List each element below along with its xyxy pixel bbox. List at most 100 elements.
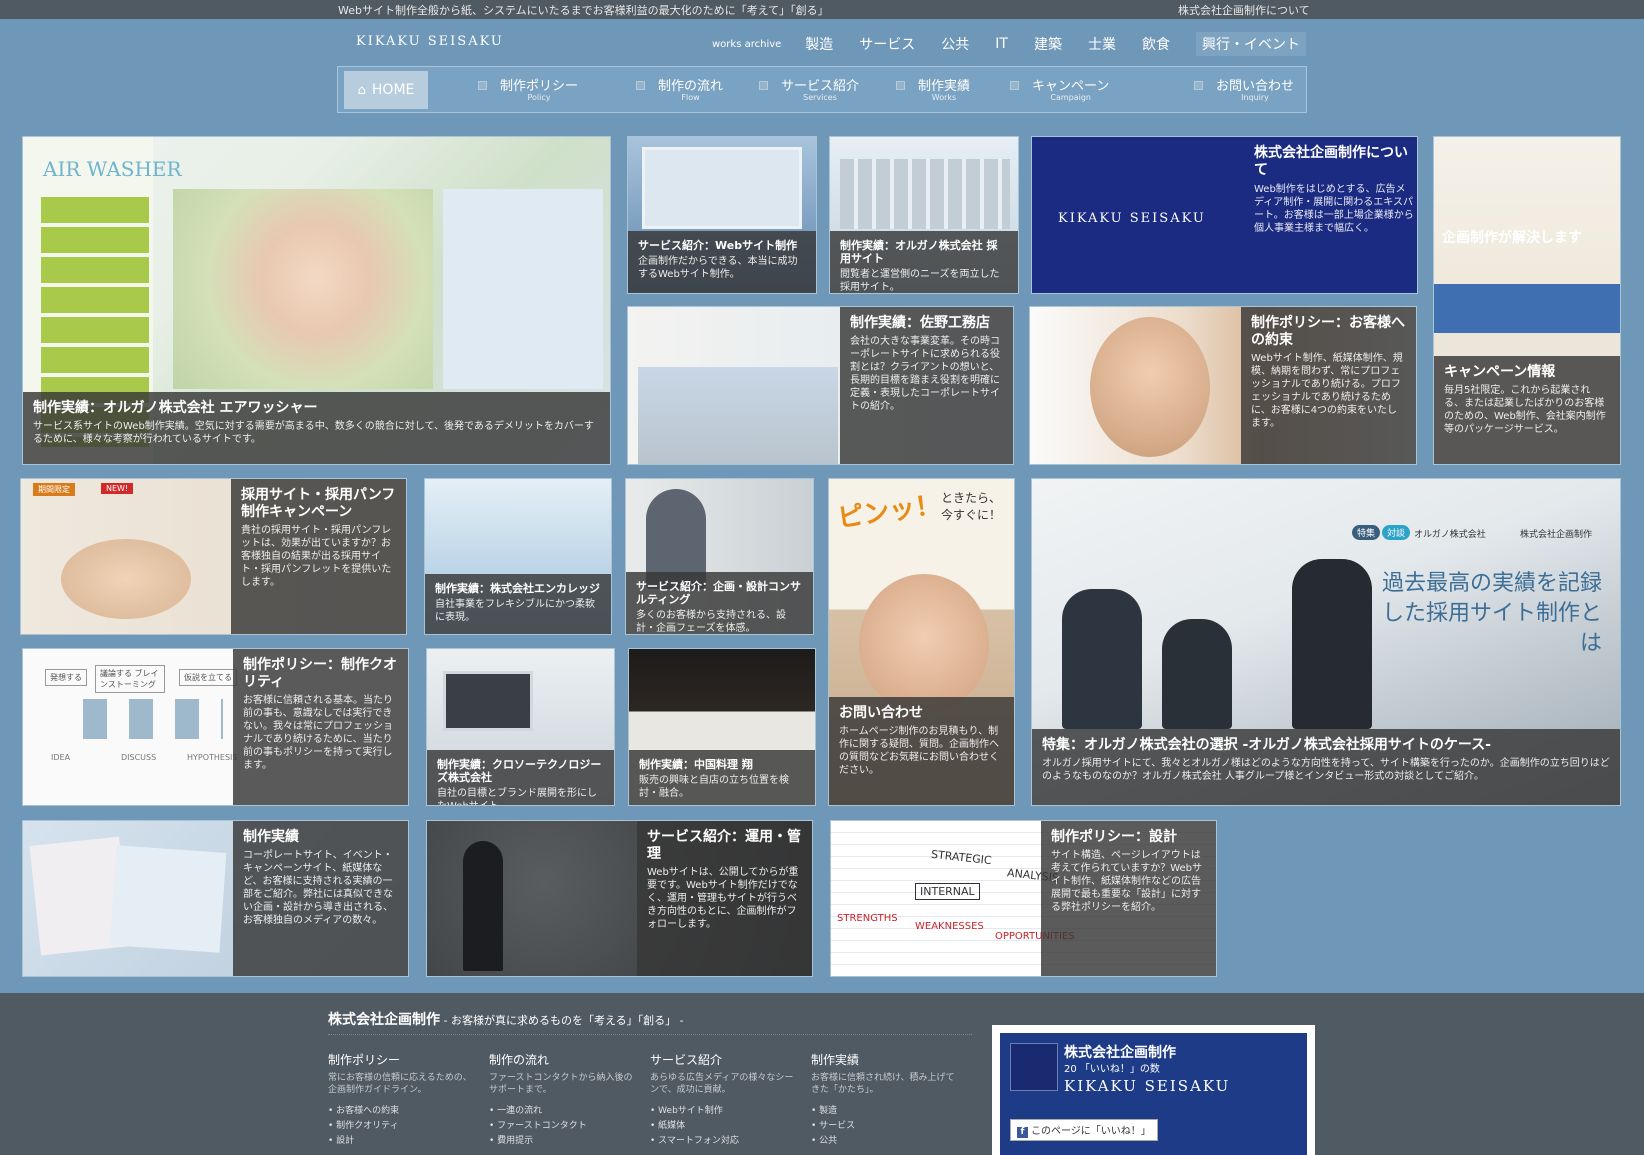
image-person-1	[1062, 589, 1142, 729]
category-works-archive[interactable]: works archive	[712, 39, 781, 50]
footer-column-policy: 制作ポリシー 常にお客様の信頼に応えるための、企画制作ガイドライン。 • お客様…	[328, 1051, 478, 1149]
tile-text: Webサイトは、公開してからが重要です。Webサイト制作だけでなく、運用・管理も…	[647, 867, 799, 930]
tile-text: 自社事業をフレキシブルにかつ柔軟に表現。	[435, 599, 595, 623]
category-service[interactable]: サービス	[859, 34, 915, 54]
tile-encolledge[interactable]: 制作実績：株式会社エンカレッジ 自社事業をフレキシブルにかつ柔軟に表現。	[424, 478, 612, 635]
footer-link[interactable]: • 紙媒体	[650, 1119, 800, 1134]
tile-text: 会社の大きな事業変革。その時コーポレートサイトに求められる役割とは？クライアント…	[850, 336, 1000, 412]
home-button[interactable]: ⌂ HOME	[344, 71, 428, 109]
tile-airwasher[interactable]: AIR WASHER 制作実績：オルガノ株式会社 エアワッシャー サービス系サイ…	[22, 136, 611, 465]
tile-policy-design[interactable]: STRATEGIC ANALYSIS INTERNAL STRENGTHS WE…	[830, 820, 1217, 977]
tile-title: 制作実績：クロソーテクノロジーズ株式会社	[437, 758, 602, 784]
facebook-like-count: 20 「いいね！」の数	[1064, 1064, 1160, 1075]
footer-link-label: 公共	[819, 1136, 838, 1146]
category-it[interactable]: IT	[995, 36, 1008, 52]
tile-caption: 株式会社企画制作について Web制作をはじめとする、広告メディア制作・展開に関わ…	[1254, 145, 1414, 235]
tile-crosso[interactable]: 制作実績：クロソーテクノロジーズ株式会社 自社の目標とブランド展開を形にしたWe…	[426, 648, 615, 806]
tile-title: 株式会社企画制作について	[1254, 145, 1408, 178]
footer-link[interactable]: • 製造	[811, 1104, 961, 1119]
facebook-like-button[interactable]: f このページに「いいね！」	[1010, 1119, 1158, 1141]
footer-link[interactable]: • サービス	[811, 1119, 961, 1134]
facebook-page-name[interactable]: 株式会社企画制作	[1064, 1042, 1176, 1062]
category-professional[interactable]: 士業	[1088, 34, 1116, 54]
tile-text: Webサイト制作、紙媒体制作、規模、納期を問わず、常にプロフェッショナルであり続…	[1251, 353, 1403, 429]
tile-caption: 制作ポリシー：設計 サイト構造、ページレイアウトは考えて作られていますか？Web…	[1041, 821, 1216, 976]
tile-campaign-info[interactable]: 企画制作が解決します キャンペーン情報 毎月5社限定。これから起業される、または…	[1433, 136, 1621, 465]
tile-recruit-campaign[interactable]: 期間限定 NEW! 採用サイト・採用パンフ制作キャンペーン 貴社の採用サイト・採…	[20, 478, 407, 635]
tile-text: コーポレートサイト、イベント・キャンペーンサイト、紙媒体など、お客様に支持される…	[243, 850, 393, 926]
facebook-icon: f	[1017, 1127, 1028, 1138]
site-logo[interactable]: KIKAKU SEISAKU	[356, 34, 504, 49]
tile-about-company[interactable]: KIKAKU SEISAKU 株式会社企画制作について Web制作をはじめとする…	[1031, 136, 1418, 294]
footer-link-label: お客様への約束	[336, 1106, 400, 1116]
tile-text: 多くのお客様から支持される、設計・企画フェーズを体感。	[636, 610, 786, 634]
tile-title: サービス紹介：運用・管理	[647, 829, 801, 862]
footer-tagline: - お客様が真に求めるものを「考える」「創る」 -	[440, 1014, 684, 1027]
tile-title: 制作ポリシー：制作クオリティ	[243, 657, 397, 690]
footer-column-title[interactable]: 制作実績	[811, 1051, 961, 1068]
category-events[interactable]: 興行・イベント	[1195, 32, 1306, 56]
nav-campaign[interactable]: キャンペーン Campaign	[1010, 75, 1109, 102]
diagram-label-idea-jp: 発想する	[45, 669, 87, 686]
category-food[interactable]: 飲食	[1142, 34, 1170, 54]
category-manufacturing[interactable]: 製造	[805, 34, 833, 54]
category-construction[interactable]: 建築	[1034, 34, 1062, 54]
image-photo-woman	[1090, 317, 1210, 457]
facebook-avatar[interactable]	[1010, 1043, 1058, 1091]
tile-consulting[interactable]: サービス紹介：企画・設計コンサルティング 多くのお客様から支持される、設計・企画…	[625, 478, 814, 635]
tile-web-service[interactable]: サービス紹介：Webサイト制作 企画制作だからできる、本当に成功するWebサイト…	[627, 136, 817, 294]
tile-inquiry[interactable]: ピンッ！ ときたら、今すぐに！ お問い合わせ ホームページ制作のお見積もり、制作…	[828, 478, 1015, 806]
tile-title: 制作実績：株式会社エンカレッジ	[435, 582, 600, 595]
footer-company[interactable]: 株式会社企画制作	[328, 1012, 440, 1028]
new-badge: NEW!	[101, 483, 134, 494]
footer-link[interactable]: • 制作クオリティ	[328, 1119, 478, 1134]
tile-policy-promise[interactable]: 制作ポリシー：お客様への約束 Webサイト制作、紙媒体制作、規模、納期を問わず、…	[1029, 306, 1417, 465]
footer-link[interactable]: • お客様への約束	[328, 1104, 478, 1119]
footer-link[interactable]: • Webサイト制作	[650, 1104, 800, 1119]
image-word-weaknesses: WEAKNESSES	[915, 921, 984, 932]
tile-title: 制作実績：中国料理 翔	[639, 758, 753, 771]
tile-sano-koumuten[interactable]: 制作実績：佐野工務店 会社の大きな事業変革。その時コーポレートサイトに求められる…	[627, 306, 1014, 465]
footer: 株式会社企画制作 - お客様が真に求めるものを「考える」「創る」 - 制作ポリシ…	[0, 993, 1644, 1155]
nav-inquiry[interactable]: お問い合わせ Inquiry	[1194, 75, 1294, 102]
category-public[interactable]: 公共	[941, 34, 969, 54]
footer-column-title[interactable]: サービス紹介	[650, 1051, 800, 1068]
tile-text: 貴社の採用サイト・採用パンフレットは、効果が出ていますか？お客様独自の結果が出る…	[241, 525, 392, 588]
nav-policy[interactable]: 制作ポリシー Policy	[478, 75, 578, 102]
tile-feature-organo[interactable]: 特集 対談 オルガノ株式会社 株式会社企画制作 過去最高の実績を記録した採用サイ…	[1031, 478, 1621, 806]
tile-title: サービス紹介：Webサイト制作	[638, 239, 798, 252]
tile-operation[interactable]: サービス紹介：運用・管理 Webサイトは、公開してからが重要です。Webサイト制…	[426, 820, 813, 977]
tile-chugoku-sho[interactable]: 制作実績：中国料理 翔 販売の興味と自店の立ち位置を検討・融合。	[628, 648, 816, 806]
image-hands-sprout	[61, 539, 191, 619]
footer-column-title[interactable]: 制作ポリシー	[328, 1051, 478, 1068]
footer-column-works: 制作実績 お客様に信頼され続け、積み上げてきた「かたち」。 • 製造 • サービ…	[811, 1051, 961, 1149]
footer-link-label: サービス	[819, 1121, 856, 1131]
airwasher-logo: AIR WASHER	[43, 157, 182, 181]
image-screenshot-2	[109, 845, 227, 953]
home-label: HOME	[371, 82, 415, 98]
nav-works[interactable]: 制作実績 Works	[896, 75, 970, 102]
footer-column-title[interactable]: 制作の流れ	[489, 1051, 639, 1068]
image-word-strategic: STRATEGIC	[930, 847, 993, 868]
nav-flow-sublabel: Flow	[681, 93, 700, 102]
tile-text: サイト構造、ページレイアウトは考えて作られていますか？Webサイト制作、紙媒体制…	[1051, 850, 1203, 913]
footer-link[interactable]: • 設計	[328, 1134, 478, 1149]
nav-flow[interactable]: 制作の流れ Flow	[636, 75, 724, 102]
about-company-link[interactable]: 株式会社企画制作について	[1178, 2, 1310, 18]
tile-works[interactable]: 制作実績 コーポレートサイト、イベント・キャンペーンサイト、紙媒体など、お客様に…	[22, 820, 409, 977]
tile-title: 制作ポリシー：お客様への約束	[1251, 315, 1405, 348]
footer-link-label: 製造	[819, 1106, 838, 1116]
tile-recruit-site[interactable]: 制作実績：オルガノ株式会社 採用サイト 閲覧者と運営側のニーズを両立した採用サイ…	[829, 136, 1019, 294]
footer-link[interactable]: • 一連の流れ	[489, 1104, 639, 1119]
footer-link[interactable]: • 費用提示	[489, 1134, 639, 1149]
nav-services[interactable]: サービス紹介 Services	[759, 75, 859, 102]
footer-link[interactable]: • 公共	[811, 1134, 961, 1149]
tile-title: 制作実績	[243, 829, 299, 845]
footer-link[interactable]: • ファーストコンタクト	[489, 1119, 639, 1134]
tile-caption: 制作実績：株式会社エンカレッジ 自社事業をフレキシブルにかつ柔軟に表現。	[425, 574, 611, 634]
tile-text: 販売の興味と自店の立ち位置を検討・融合。	[639, 775, 789, 799]
nav-flow-label: 制作の流れ	[658, 79, 724, 94]
image-screenshot	[840, 159, 1010, 229]
footer-link[interactable]: • スマートフォン対応	[650, 1134, 800, 1149]
tile-policy-quality[interactable]: 発想する 議論する ブレインストーミング 仮説を立てる IDEA DISCUSS…	[22, 648, 409, 806]
